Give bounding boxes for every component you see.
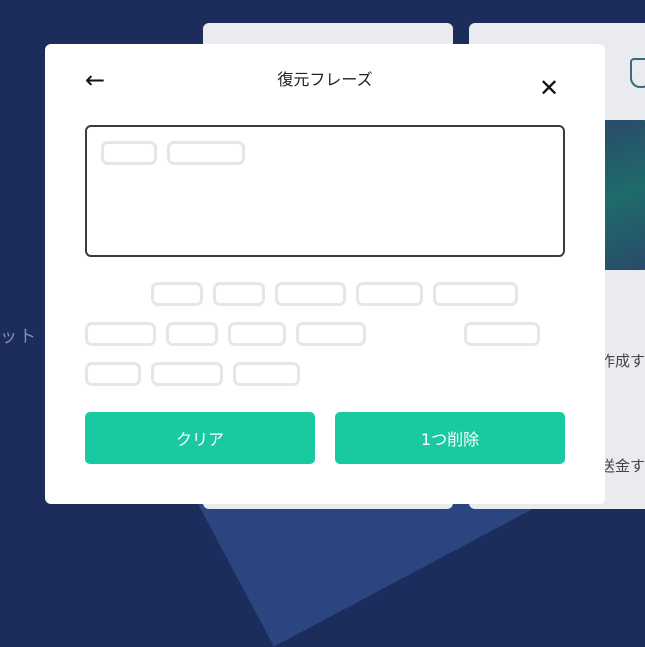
word-chip[interactable] [85, 362, 141, 386]
word-chip[interactable] [228, 322, 286, 346]
modal-title: 復元フレーズ [277, 70, 373, 89]
word-chip[interactable] [296, 322, 366, 346]
background-text: ット [0, 327, 38, 347]
word-chip[interactable] [151, 362, 223, 386]
word-chip[interactable] [166, 322, 218, 346]
background-text: 作成す [600, 352, 645, 370]
word-chip[interactable] [433, 282, 518, 306]
word-chip[interactable] [151, 282, 203, 306]
word-chip[interactable] [464, 322, 540, 346]
delete-one-button[interactable]: 1つ削除 [335, 412, 565, 464]
word-chip[interactable] [85, 322, 156, 346]
background-text: 送金す [600, 457, 645, 475]
recovery-phrase-modal: ← 復元フレーズ ✕ クリア 1つ削除 [45, 44, 605, 504]
word-chip[interactable] [213, 282, 265, 306]
close-icon[interactable]: ✕ [537, 76, 561, 100]
word-chip[interactable] [356, 282, 423, 306]
word-chip[interactable] [233, 362, 300, 386]
background-illustration [598, 120, 645, 270]
clear-button[interactable]: クリア [85, 412, 315, 464]
word-chip[interactable] [275, 282, 346, 306]
shield-icon [630, 58, 645, 88]
selected-word-chip[interactable] [101, 141, 157, 165]
selected-phrase-area [85, 125, 565, 257]
selected-word-chip[interactable] [167, 141, 245, 165]
